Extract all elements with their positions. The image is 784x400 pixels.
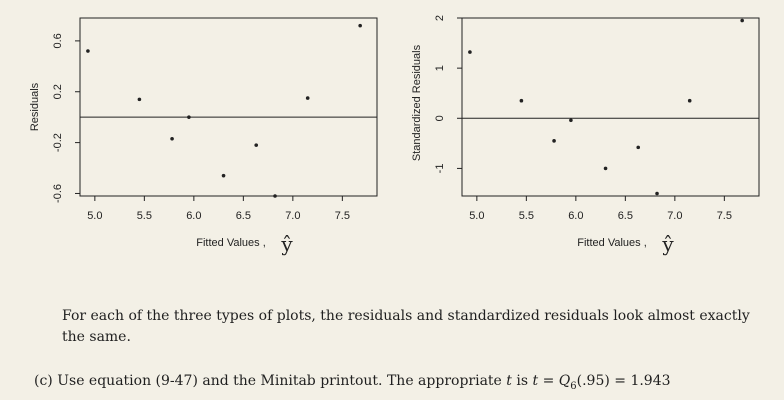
paragraph-part-c: (c) Use equation (9-47) and the Minitab … (34, 371, 774, 397)
data-point (273, 194, 277, 198)
x-tick-label: 5.0 (87, 210, 102, 222)
x-tick-label: 6.5 (618, 210, 633, 222)
x-tick-label: 5.5 (137, 210, 152, 222)
is-text: is (511, 373, 533, 389)
x-tick-label: 6.0 (568, 210, 583, 222)
y-tick-label: 0.2 (52, 84, 64, 99)
data-point (86, 49, 90, 53)
residuals-plot: 5.0 5.5 6.0 6.5 7.0 7.5 -0.6 -0.2 0.2 0.6 Residu… (29, 17, 378, 256)
residual-plots-figure: 5.0 5.5 6.0 6.5 7.0 7.5 -0.6 -0.2 0.2 0.6 Residu… (29, 15, 760, 256)
data-point (603, 166, 608, 171)
q-variable: Q (558, 373, 571, 389)
x-tick-label: 5.5 (519, 210, 534, 222)
y-tick-label: -0.6 (52, 184, 64, 203)
equals-text: = (538, 373, 559, 389)
x-tick-label: 6.5 (236, 210, 251, 222)
x-axis-label-yhat: ŷ (661, 232, 674, 256)
y-axis-label: Residuals (29, 82, 41, 131)
x-axis-label: Fitted Values , (196, 237, 266, 249)
data-point (468, 50, 472, 54)
x-axis-label: Fitted Values , (577, 237, 647, 249)
y-axis-label: Standardized Residuals (411, 44, 423, 161)
data-point (636, 145, 641, 150)
data-point (254, 143, 259, 147)
x-tick-label: 6.0 (186, 210, 201, 222)
data-point (655, 191, 659, 196)
y-tick-label: 0.6 (52, 33, 64, 48)
data-point (687, 98, 692, 103)
y-tick-label: -0.2 (52, 133, 64, 152)
data-point (569, 118, 573, 123)
x-tick-label: 7.0 (667, 210, 682, 222)
data-point (187, 115, 191, 119)
data-point (137, 97, 142, 102)
y-tick-label: -1 (434, 164, 446, 174)
quantile-value: (.95) = 1.943 (576, 373, 671, 389)
y-tick-label: 1 (434, 65, 446, 71)
x-tick-label: 7.5 (717, 210, 732, 222)
data-point (221, 173, 226, 178)
data-point (552, 139, 556, 143)
paragraph-summary: For each of the three types of plots, th… (62, 308, 750, 345)
data-point (740, 18, 744, 23)
data-point (519, 98, 524, 103)
x-tick-label: 7.0 (285, 210, 300, 222)
standardized-residuals-plot: 5.0 5.5 6.0 6.5 7.0 7.5 -1 0 1 2 Standardized Re… (411, 15, 760, 256)
x-axis-label-yhat: ŷ (280, 232, 293, 256)
data-point (305, 96, 310, 100)
y-tick-label: 0 (434, 115, 446, 121)
data-point (170, 136, 174, 141)
y-tick-label: 2 (434, 15, 446, 21)
x-tick-label: 5.0 (469, 210, 484, 222)
plot-frame (461, 17, 760, 197)
plot-frame (79, 17, 378, 197)
x-tick-label: 7.5 (335, 210, 350, 222)
data-point (358, 23, 362, 28)
part-c-text: (c) Use equation (9-47) and the Minitab … (34, 373, 507, 389)
